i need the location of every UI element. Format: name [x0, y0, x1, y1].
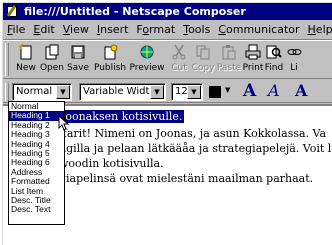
link-button[interactable]: Li: [286, 42, 302, 78]
chevron-down-icon[interactable]: ▼: [187, 85, 201, 99]
publish-button[interactable]: Publish: [92, 42, 128, 78]
text-color-button[interactable]: ▼: [207, 84, 235, 100]
menu-edit[interactable]: Edit: [33, 23, 54, 36]
composer-app-icon: [6, 5, 19, 18]
composer-window: file:///Untitled - Netscape Composer Fil…: [2, 2, 332, 245]
printer-icon: [244, 43, 262, 61]
paragraph-line[interactable]: giapelinsä ovat mielestäni maailman parh…: [59, 172, 313, 185]
cut-button[interactable]: Cut: [168, 42, 190, 78]
new-page-icon: [17, 43, 35, 61]
heading-text[interactable]: Joonaksen kotisivulle.: [59, 110, 185, 123]
paragraph-style-list[interactable]: Normal Heading 1 Heading 2 Heading 3 Heading…: [8, 101, 65, 225]
cut-icon: [170, 43, 188, 61]
new-button[interactable]: New: [12, 42, 40, 78]
link-icon: [285, 43, 303, 61]
copy-icon: [194, 43, 212, 61]
chevron-down-icon[interactable]: ▼: [56, 85, 70, 99]
window-title: file:///Untitled - Netscape Composer: [24, 5, 246, 18]
smaller-font-button[interactable]: A: [295, 81, 307, 100]
paragraph-line[interactable]: ngilla ja pelaan lätkääåa ja strategiape…: [59, 142, 332, 155]
mouse-pointer-icon: [58, 115, 70, 131]
open-folder-icon: [43, 43, 61, 61]
save-icon: [69, 43, 87, 61]
style-option-desc-text[interactable]: Desc. Text: [9, 204, 64, 214]
composition-toolbar: New Open Save Publish Preview Cut Copy P…: [3, 39, 332, 79]
menu-file[interactable]: File: [7, 23, 25, 36]
format-toolbar-grip[interactable]: [5, 83, 9, 101]
open-button[interactable]: Open: [38, 42, 66, 78]
copy-button[interactable]: Copy: [190, 42, 216, 78]
preview-icon: [138, 43, 156, 61]
format-toolbar: Normal ▼ Variable Width ▼ 12 ▼ ▼ A A A: [3, 81, 332, 103]
find-button[interactable]: Find: [264, 42, 284, 78]
paragraph-line[interactable]: woodin kotisivulla.: [59, 157, 164, 170]
menu-insert[interactable]: Insert: [97, 23, 129, 36]
menu-help[interactable]: Help: [308, 23, 332, 36]
color-swatch: [209, 86, 221, 98]
preview-button[interactable]: Preview: [128, 42, 166, 78]
font-size-select[interactable]: 12 ▼: [171, 83, 203, 101]
paste-icon: [220, 43, 238, 61]
menu-bar: File Edit View Insert Format Tools Commu…: [3, 21, 332, 37]
chevron-down-icon[interactable]: ▼: [150, 85, 164, 99]
menu-view[interactable]: View: [63, 23, 89, 36]
toolbar-grip[interactable]: [5, 43, 9, 76]
title-bar[interactable]: file:///Untitled - Netscape Composer: [3, 3, 332, 20]
bigger-font-button[interactable]: A: [243, 81, 256, 101]
paste-button[interactable]: Paste: [216, 42, 242, 78]
paragraph-style-select[interactable]: Normal ▼: [12, 83, 72, 101]
italic-font-button[interactable]: A: [268, 81, 280, 100]
chevron-down-icon: ▼: [225, 86, 231, 94]
menu-communicator[interactable]: Communicator: [218, 23, 299, 36]
save-button[interactable]: Save: [64, 42, 92, 78]
publish-icon: [101, 43, 119, 61]
menu-format[interactable]: Format: [136, 23, 175, 36]
menu-tools[interactable]: Tools: [183, 23, 210, 36]
find-icon: [265, 43, 283, 61]
font-select[interactable]: Variable Width ▼: [79, 83, 166, 101]
paragraph-line[interactable]: ffarit! Nimeni on Joonas, ja asun Kokkol…: [59, 127, 326, 140]
print-button[interactable]: Print: [242, 42, 264, 78]
